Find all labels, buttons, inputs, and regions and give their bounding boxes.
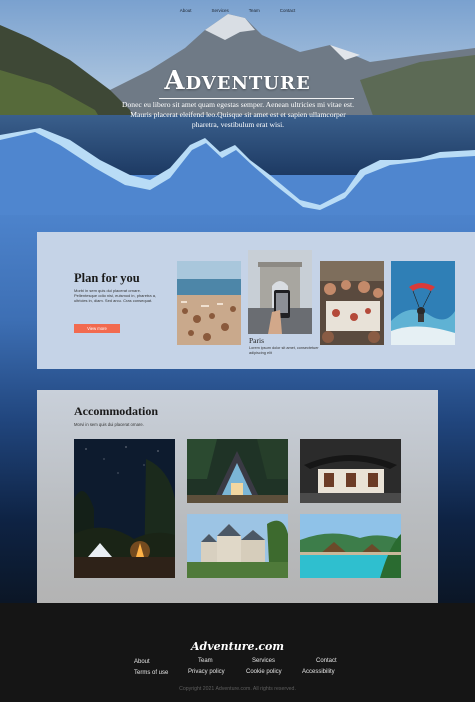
photo-paragliding[interactable] xyxy=(391,261,455,345)
footer-link-team[interactable]: Team xyxy=(198,658,213,664)
photo-resort[interactable] xyxy=(300,514,401,578)
accommodation-text: Morvi in sem quis dui placerat ornare. xyxy=(74,422,144,427)
photo-aframe-cabin[interactable] xyxy=(187,439,288,503)
nav-item-services[interactable]: Services xyxy=(211,8,228,13)
footer-link-cookie[interactable]: Cookie policy xyxy=(246,669,282,675)
hero-title: Adventure xyxy=(164,66,311,96)
view-more-button[interactable]: View more xyxy=(74,324,120,333)
photo-dining[interactable] xyxy=(320,261,384,345)
top-nav: About Services Team Contact xyxy=(0,8,475,13)
photo-beach[interactable] xyxy=(177,261,241,345)
hero-title-divider xyxy=(159,98,354,99)
photo-chateau[interactable] xyxy=(187,514,288,578)
photo-camping[interactable] xyxy=(74,439,175,578)
nav-item-team[interactable]: Team xyxy=(249,8,260,13)
photo-traditional-house[interactable] xyxy=(300,439,401,503)
footer-link-contact[interactable]: Contact xyxy=(316,658,337,664)
nav-item-about[interactable]: About xyxy=(180,8,192,13)
accommodation-heading: Accommodation xyxy=(74,404,158,418)
plan-card: Plan for you Morbi in sem quis dui place… xyxy=(37,232,475,369)
hero-section: About Services Team Contact Adventure Do… xyxy=(0,0,475,215)
photo-caption-text: Lorem ipsum dolor sit amet, consectetuer… xyxy=(249,346,319,355)
plan-text: Morbi in sem quis dui placerat ornare. P… xyxy=(74,288,157,304)
photo-caption-title: Paris xyxy=(249,336,264,345)
nav-item-contact[interactable]: Contact xyxy=(280,8,296,13)
footer-copyright: Copyright 2021 Adventure.com. All rights… xyxy=(179,686,296,692)
footer: Adventure.com About Team Services Contac… xyxy=(0,603,475,702)
photo-paris[interactable] xyxy=(248,250,312,334)
footer-link-privacy[interactable]: Privacy policy xyxy=(188,669,225,675)
footer-brand[interactable]: Adventure.com xyxy=(0,640,475,653)
footer-link-services[interactable]: Services xyxy=(252,658,275,664)
footer-link-terms[interactable]: Terms of use xyxy=(134,670,168,676)
plan-heading: Plan for you xyxy=(74,271,140,285)
footer-link-accessibility[interactable]: Accessibility xyxy=(302,669,335,675)
hero-subtitle: Donec eu libero sit amet quam egestas se… xyxy=(122,100,354,129)
accommodation-card: Accommodation Morvi in sem quis dui plac… xyxy=(37,390,438,603)
footer-link-about[interactable]: About xyxy=(134,659,150,665)
page: About Services Team Contact Adventure Do… xyxy=(0,0,475,702)
